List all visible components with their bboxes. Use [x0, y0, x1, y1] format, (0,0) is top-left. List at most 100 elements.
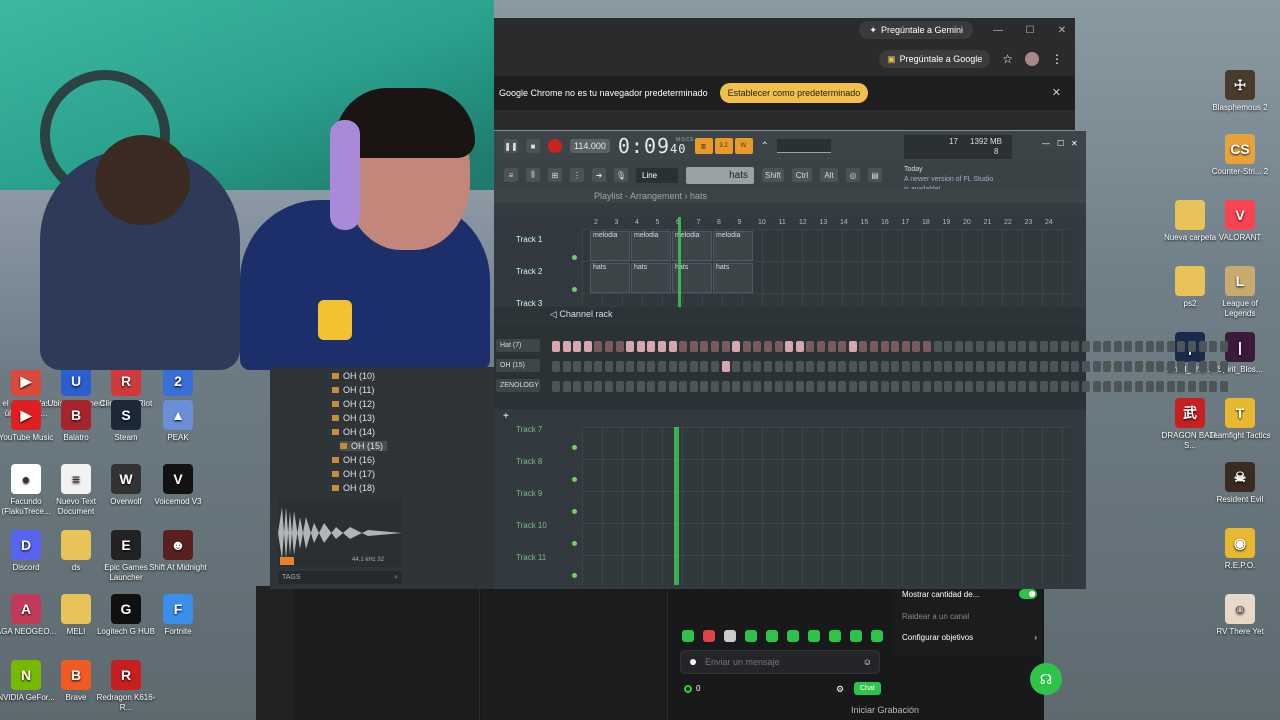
emote-icon[interactable] — [724, 630, 736, 642]
fl-minimize-button[interactable]: — — [1042, 139, 1050, 148]
infobar-close-icon[interactable]: ✕ — [1052, 86, 1061, 99]
ask-google-button[interactable]: ▣ Pregúntale a Google — [879, 50, 991, 68]
desktop-icon[interactable]: ☻ Shift At Midnight — [146, 530, 210, 573]
set-default-button[interactable]: Establecer como predeterminado — [719, 83, 869, 103]
step-button[interactable] — [848, 341, 857, 352]
track-mute-dot[interactable] — [572, 541, 577, 546]
step-button[interactable] — [891, 361, 900, 372]
step-button[interactable] — [647, 341, 656, 352]
step-button[interactable] — [1018, 361, 1027, 372]
step-button[interactable] — [1039, 361, 1048, 372]
step-button[interactable] — [880, 361, 889, 372]
step-button[interactable] — [806, 381, 815, 392]
step-button[interactable] — [636, 381, 645, 392]
step-button[interactable] — [1219, 341, 1228, 352]
chrome-menu-icon[interactable]: ⋮ — [1051, 52, 1063, 66]
step-button[interactable] — [986, 341, 995, 352]
step-button[interactable] — [594, 361, 603, 372]
step-button[interactable] — [1113, 341, 1122, 352]
step-button[interactable] — [605, 341, 613, 352]
chat-settings-gear-icon[interactable]: ⚙ — [836, 684, 844, 695]
channel-name-button[interactable]: ZENOLOGY — [496, 379, 540, 392]
step-button[interactable] — [689, 381, 698, 392]
step-button[interactable] — [1156, 361, 1165, 372]
step-button[interactable] — [1209, 361, 1218, 372]
track-mute-dot[interactable] — [572, 255, 577, 260]
step-button[interactable] — [880, 381, 889, 392]
step-button[interactable] — [954, 341, 963, 352]
step-button[interactable] — [901, 361, 910, 372]
step-button[interactable] — [732, 361, 741, 372]
desktop-icon[interactable]: R Redragon K616-R... — [94, 660, 158, 713]
step-button[interactable] — [583, 361, 592, 372]
emote-icon[interactable] — [829, 630, 841, 642]
fl-close-button[interactable]: ✕ — [1071, 139, 1078, 148]
browser-item[interactable]: OH (13) — [332, 413, 375, 423]
pattern-select[interactable]: hats — [686, 166, 754, 184]
step-button[interactable] — [1156, 381, 1165, 392]
fl-maximize-button[interactable]: ☐ — [1057, 139, 1064, 148]
step-button[interactable] — [806, 341, 815, 352]
step-button[interactable] — [891, 381, 900, 392]
step-button[interactable] — [626, 361, 635, 372]
step-button[interactable] — [933, 381, 942, 392]
step-button[interactable] — [954, 361, 963, 372]
step-button[interactable] — [679, 361, 688, 372]
step-button[interactable] — [1188, 341, 1196, 352]
step-button[interactable] — [1007, 381, 1016, 392]
close-button[interactable]: ✕ — [1055, 25, 1069, 36]
add-channel-button[interactable]: + — [503, 411, 509, 422]
shift-key[interactable]: Shift — [762, 168, 784, 182]
desktop-icon[interactable]: F Fortnite — [146, 594, 210, 637]
playhead[interactable] — [678, 217, 681, 307]
tempo-display[interactable]: 114.000 — [570, 139, 610, 153]
playlist-grid-lower[interactable] — [582, 427, 1070, 585]
step-button[interactable] — [795, 361, 804, 372]
emote-icon[interactable] — [682, 630, 694, 642]
browser-item[interactable]: OH (11) — [332, 385, 374, 395]
step-button[interactable] — [764, 341, 772, 352]
step-button[interactable] — [954, 381, 963, 392]
step-button[interactable] — [689, 361, 698, 372]
countdown-button[interactable]: 3.2 — [714, 138, 733, 154]
step-button[interactable] — [1209, 381, 1218, 392]
pattern-clip[interactable]: melodia — [590, 231, 630, 261]
step-button[interactable] — [795, 381, 804, 392]
pitch-knob[interactable]: ⌃ — [761, 141, 769, 152]
step-button[interactable] — [721, 381, 730, 392]
step-button[interactable] — [965, 341, 974, 352]
step-button[interactable] — [901, 341, 910, 352]
step-button[interactable] — [1039, 381, 1048, 392]
emote-icon[interactable] — [703, 630, 715, 642]
step-button[interactable] — [1145, 341, 1154, 352]
step-button[interactable] — [1135, 361, 1143, 372]
track-label[interactable]: Track 2 — [516, 267, 542, 276]
step-button[interactable] — [573, 361, 582, 372]
step-button[interactable] — [552, 381, 560, 392]
step-button[interactable] — [1113, 361, 1122, 372]
step-button[interactable] — [1071, 361, 1080, 372]
step-button[interactable] — [827, 361, 836, 372]
profile-avatar[interactable] — [1025, 52, 1039, 66]
step-button[interactable] — [1029, 361, 1037, 372]
step-button[interactable] — [1198, 361, 1207, 372]
snap-select[interactable]: Line — [636, 167, 678, 183]
track-mute-dot[interactable] — [572, 573, 577, 578]
step-button[interactable] — [997, 361, 1006, 372]
step-button[interactable] — [711, 341, 719, 352]
step-button[interactable] — [753, 341, 762, 352]
channel-name-button[interactable]: OH (15) — [496, 359, 540, 372]
step-button[interactable] — [859, 341, 868, 352]
browser-item[interactable]: OH (15) — [340, 441, 388, 451]
step-button[interactable] — [912, 381, 921, 392]
step-button[interactable] — [817, 381, 825, 392]
bookmark-star-icon[interactable]: ☆ — [1002, 52, 1013, 66]
stop-button[interactable]: ■ — [526, 139, 540, 153]
mixer-icon[interactable]: ⫼ — [526, 168, 540, 182]
track-label[interactable]: Track 8 — [516, 457, 542, 466]
pattern-clip[interactable]: hats — [713, 263, 753, 293]
step-button[interactable] — [605, 361, 613, 372]
step-button[interactable] — [742, 341, 751, 352]
playlist-titlebar[interactable]: Playlist - Arrangement › hats — [494, 189, 1086, 203]
step-button[interactable] — [923, 341, 931, 352]
